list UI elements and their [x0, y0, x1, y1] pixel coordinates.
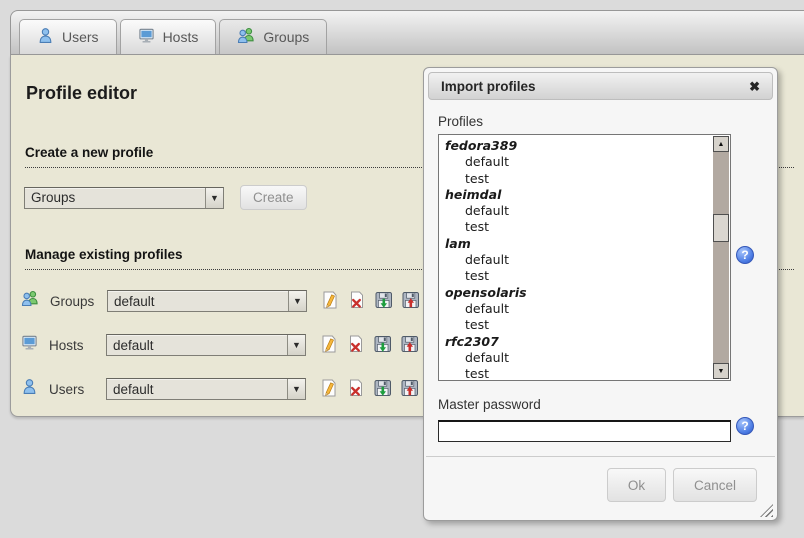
- help-icon[interactable]: ?: [736, 417, 754, 435]
- ok-button[interactable]: Ok: [607, 468, 666, 502]
- profile-group-row[interactable]: fedora389: [439, 138, 730, 154]
- cancel-button[interactable]: Cancel: [673, 468, 757, 502]
- import-icon: [374, 335, 392, 356]
- profiles-listbox[interactable]: fedora389defaulttestheimdaldefaulttestla…: [438, 134, 731, 381]
- master-password-input[interactable]: [438, 420, 731, 442]
- manage-row-label: Hosts: [49, 338, 106, 353]
- import-icon: [375, 291, 393, 312]
- tab-users-label: Users: [62, 29, 99, 45]
- page-title: Profile editor: [26, 83, 137, 104]
- import-profile-button[interactable]: [374, 291, 393, 311]
- manage-row-users: Users default ▼: [21, 377, 419, 401]
- scroll-up-icon[interactable]: ▲: [713, 136, 729, 152]
- scroll-down-icon[interactable]: ▼: [713, 363, 729, 379]
- profile-item-row[interactable]: test: [439, 171, 730, 187]
- host-icon: [21, 334, 38, 356]
- tab-groups-label: Groups: [263, 29, 309, 45]
- manage-row-label: Groups: [50, 294, 107, 309]
- edit-profile-button[interactable]: [319, 335, 338, 355]
- export-icon: [401, 335, 419, 356]
- profile-group-row[interactable]: heimdal: [439, 187, 730, 203]
- delete-icon: [348, 291, 365, 312]
- import-profiles-dialog: Import profiles ✖ Profiles fedora389defa…: [423, 67, 778, 521]
- delete-icon: [347, 335, 364, 356]
- delete-profile-button[interactable]: [346, 335, 365, 355]
- pencil-icon: [320, 379, 337, 400]
- tab-list: Users Hosts Groups: [19, 19, 327, 54]
- profile-item-row[interactable]: default: [439, 203, 730, 219]
- group-icon: [21, 290, 39, 312]
- profile-item-row[interactable]: test: [439, 219, 730, 235]
- tab-users[interactable]: Users: [19, 19, 117, 54]
- export-profile-button[interactable]: [400, 379, 419, 399]
- profile-item-row[interactable]: default: [439, 350, 730, 366]
- manage-row-groups: Groups default ▼: [21, 289, 420, 313]
- chevron-down-icon: ▼: [205, 188, 223, 208]
- profile-item-row[interactable]: default: [439, 154, 730, 170]
- profile-group-row[interactable]: lam: [439, 236, 730, 252]
- import-icon: [374, 379, 392, 400]
- profile-item-row[interactable]: test: [439, 268, 730, 284]
- scrollbar-thumb[interactable]: [713, 214, 729, 242]
- export-icon: [401, 379, 419, 400]
- user-icon: [21, 378, 38, 400]
- create-profile-row: Groups ▼ Create: [24, 185, 307, 210]
- profiles-label: Profiles: [438, 114, 731, 129]
- profile-type-select[interactable]: Groups ▼: [24, 187, 224, 209]
- tab-hosts-label: Hosts: [163, 29, 199, 45]
- profile-type-select-value: Groups: [25, 190, 205, 205]
- delete-profile-button[interactable]: [346, 379, 365, 399]
- dialog-title: Import profiles: [441, 79, 536, 94]
- dialog-titlebar[interactable]: Import profiles ✖: [428, 72, 773, 100]
- pencil-icon: [320, 335, 337, 356]
- master-password-label: Master password: [438, 397, 731, 412]
- create-button[interactable]: Create: [240, 185, 307, 210]
- export-profile-button[interactable]: [401, 291, 420, 311]
- dialog-body: Profiles fedora389defaulttestheimdaldefa…: [438, 112, 731, 442]
- groups-profile-select[interactable]: default ▼: [107, 290, 307, 312]
- tab-hosts[interactable]: Hosts: [120, 19, 217, 54]
- group-icon: [237, 27, 255, 47]
- users-profile-select[interactable]: default ▼: [106, 378, 306, 400]
- profiles-listbox-rows: fedora389defaulttestheimdaldefaulttestla…: [439, 135, 730, 381]
- profile-item-row[interactable]: default: [439, 301, 730, 317]
- edit-profile-button[interactable]: [319, 379, 338, 399]
- dialog-buttonpane: Ok Cancel: [426, 456, 775, 502]
- profile-item-row[interactable]: default: [439, 252, 730, 268]
- import-profile-button[interactable]: [373, 335, 392, 355]
- manage-row-label: Users: [49, 382, 106, 397]
- chevron-down-icon: ▼: [287, 379, 305, 399]
- import-profile-button[interactable]: [373, 379, 392, 399]
- profile-item-row[interactable]: test: [439, 317, 730, 333]
- delete-icon: [347, 379, 364, 400]
- close-icon[interactable]: ✖: [749, 80, 760, 93]
- groups-profile-select-value: default: [108, 294, 288, 309]
- hosts-profile-select-value: default: [107, 338, 287, 353]
- hosts-profile-select[interactable]: default ▼: [106, 334, 306, 356]
- tab-strip: Users Hosts Groups: [10, 10, 804, 55]
- profile-group-row[interactable]: opensolaris: [439, 285, 730, 301]
- export-icon: [402, 291, 420, 312]
- user-icon: [37, 27, 54, 47]
- profile-item-row[interactable]: test: [439, 366, 730, 381]
- manage-row-hosts: Hosts default ▼: [21, 333, 419, 357]
- tab-groups[interactable]: Groups: [219, 19, 327, 54]
- profile-group-row[interactable]: rfc2307: [439, 334, 730, 350]
- chevron-down-icon: ▼: [288, 291, 306, 311]
- delete-profile-button[interactable]: [347, 291, 366, 311]
- listbox-scrollbar[interactable]: ▲ ▼: [713, 136, 729, 379]
- help-icon[interactable]: ?: [736, 246, 754, 264]
- host-icon: [138, 27, 155, 47]
- chevron-down-icon: ▼: [287, 335, 305, 355]
- export-profile-button[interactable]: [400, 335, 419, 355]
- users-profile-select-value: default: [107, 382, 287, 397]
- pencil-icon: [321, 291, 338, 312]
- edit-profile-button[interactable]: [320, 291, 339, 311]
- resize-handle-icon[interactable]: [760, 504, 773, 517]
